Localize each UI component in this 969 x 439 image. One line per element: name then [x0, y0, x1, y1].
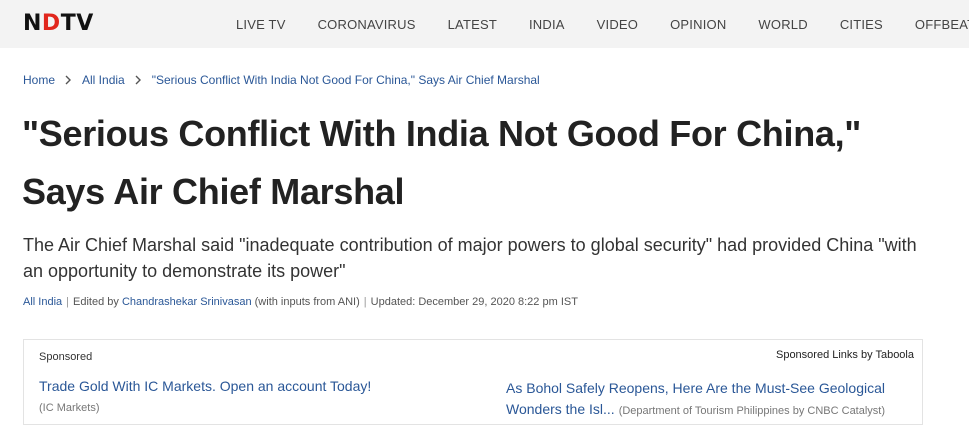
top-navigation-bar: NDTV LIVE TV CORONAVIRUS LATEST INDIA VI… — [0, 0, 969, 48]
nav-cities[interactable]: CITIES — [840, 17, 883, 32]
sponsored-links-box: Sponsored Sponsored Links by Taboola Tra… — [23, 339, 923, 425]
sponsored-ad-source: (IC Markets) — [39, 402, 100, 414]
nav-latest[interactable]: LATEST — [448, 17, 497, 32]
nav-india[interactable]: INDIA — [529, 17, 565, 32]
byline-updated: Updated: December 29, 2020 8:22 pm IST — [370, 296, 578, 308]
ndtv-logo[interactable]: NDTV — [23, 13, 94, 35]
article-summary: The Air Chief Marshal said "inadequate c… — [23, 235, 917, 281]
chevron-right-icon — [65, 75, 72, 85]
nav-world[interactable]: WORLD — [758, 17, 807, 32]
sponsored-ad-title[interactable]: Trade Gold With IC Markets. Open an acco… — [39, 378, 371, 394]
breadcrumb-all-india[interactable]: All India — [82, 73, 125, 87]
chevron-right-icon — [135, 75, 142, 85]
byline-category-link[interactable]: All India — [23, 296, 62, 308]
sponsored-ad-source: (Department of Tourism Philippines by CN… — [618, 405, 886, 417]
breadcrumb-current-article[interactable]: "Serious Conflict With India Not Good Fo… — [152, 73, 540, 87]
nav-video[interactable]: VIDEO — [597, 17, 638, 32]
byline-edited-by: Edited by — [73, 296, 119, 308]
article-headline: "Serious Conflict With India Not Good Fo… — [22, 113, 862, 212]
nav-coronavirus[interactable]: CORONAVIRUS — [318, 17, 416, 32]
byline-inputs: (with inputs from ANI) — [254, 296, 360, 308]
nav-offbeat[interactable]: OFFBEAT — [915, 17, 969, 32]
nav-opinion[interactable]: OPINION — [670, 17, 726, 32]
breadcrumb: Home All India "Serious Conflict With In… — [23, 73, 540, 87]
article-byline: All India | Edited by Chandrashekar Sriniv… — [23, 296, 578, 308]
nav-live-tv[interactable]: LIVE TV — [236, 17, 286, 32]
divider: | — [66, 296, 69, 308]
byline-editor-link[interactable]: Chandrashekar Srinivasan — [122, 296, 252, 308]
sponsored-label: Sponsored — [39, 351, 93, 363]
main-nav: LIVE TV CORONAVIRUS LATEST INDIA VIDEO O… — [236, 0, 969, 48]
divider: | — [363, 296, 367, 308]
sponsored-ad: As Bohol Safely Reopens, Here Are the Mu… — [506, 378, 916, 422]
taboola-link[interactable]: Sponsored Links by Taboola — [776, 349, 914, 361]
breadcrumb-home[interactable]: Home — [23, 73, 55, 87]
logo-text: NDTV — [23, 11, 94, 36]
